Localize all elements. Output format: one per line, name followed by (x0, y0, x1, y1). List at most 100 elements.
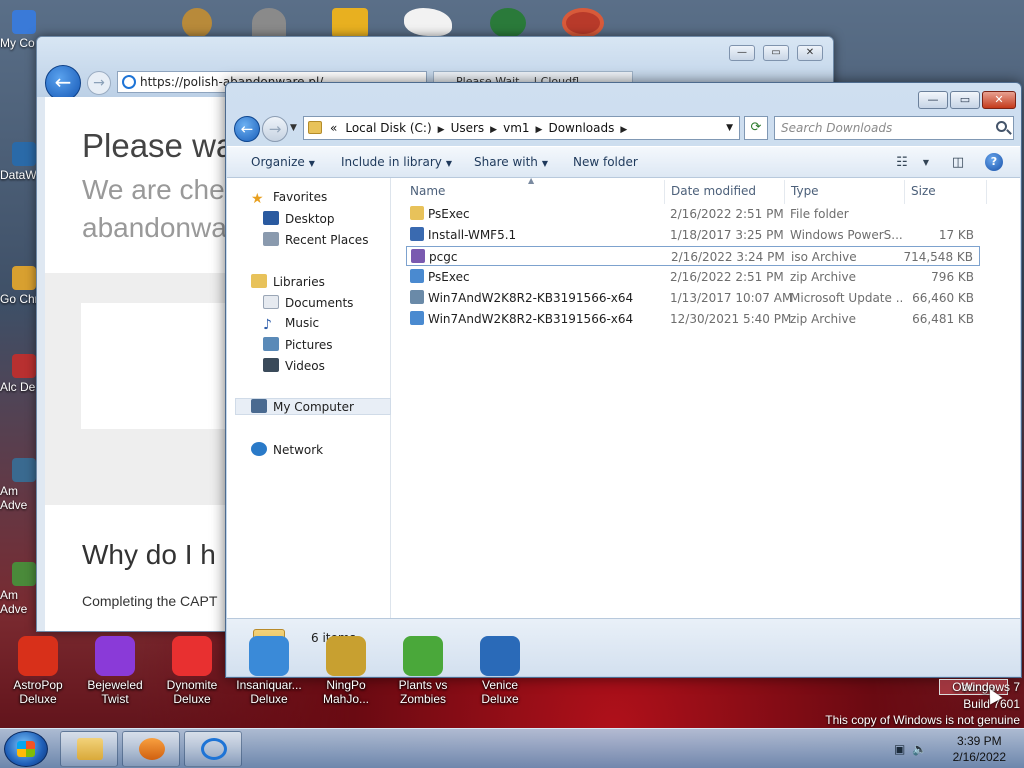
recent-pages-dropdown[interactable]: ▼ (290, 123, 297, 133)
close-button[interactable]: ✕ (982, 91, 1016, 109)
breadcrumb-item[interactable]: vm1 (499, 117, 533, 139)
column-name[interactable]: Name (410, 184, 445, 198)
taskbar-explorer-button[interactable] (60, 731, 118, 767)
column-date-modified[interactable]: Date modified (671, 184, 756, 198)
file-name: PsExec (428, 207, 470, 221)
start-button[interactable] (4, 731, 48, 767)
taskbar-media-player-button[interactable] (122, 731, 180, 767)
refresh-button[interactable]: ⟳ (744, 116, 768, 140)
file-icon (410, 311, 424, 325)
desktop-left-icon[interactable]: Go Chr (0, 266, 40, 306)
desktop-game-icon[interactable]: AstroPop Deluxe (2, 636, 74, 706)
game-icon (480, 636, 520, 676)
include-in-library-button[interactable]: Include in library ▼ (341, 155, 452, 169)
browser-forward-button[interactable]: → (87, 71, 111, 95)
videos-icon (263, 358, 279, 372)
desktop-left-icon[interactable]: Alc De (0, 354, 40, 394)
help-icon[interactable]: ? (985, 153, 1003, 171)
captcha-area (45, 273, 241, 505)
desktop-top-icon-2[interactable] (252, 8, 286, 38)
breadcrumb-arrow-icon[interactable]: ▶ (618, 119, 629, 141)
minimize-button[interactable]: — (918, 91, 948, 109)
file-name: pcgc (429, 250, 458, 264)
breadcrumb-item[interactable]: Users (447, 117, 489, 139)
view-options-dropdown[interactable]: ▼ (915, 153, 937, 173)
address-bar[interactable]: «Local Disk (C:) ▶ Users ▶ vm1 ▶ Downloads ▶ ▼ (303, 116, 740, 140)
taskbar-ie-button[interactable] (184, 731, 242, 767)
file-type: iso Archive (791, 250, 857, 264)
desktop-left-icon[interactable]: DataW (0, 142, 40, 182)
desktop-left-icon[interactable]: Am Adve (0, 458, 40, 512)
desktop-top-icon-6[interactable] (562, 8, 604, 38)
file-size: 714,548 KB (903, 250, 973, 264)
breadcrumb-root-chevron[interactable]: « (326, 117, 341, 139)
nav-desktop[interactable]: Desktop (263, 211, 335, 226)
desktop-game-icon[interactable]: Dynomite Deluxe (156, 636, 228, 706)
change-view-icon[interactable]: ☷ (891, 153, 913, 173)
nav-favorites[interactable]: ★ Favorites (251, 190, 327, 207)
desktop-top-icon-4[interactable] (404, 8, 452, 36)
file-date: 2/16/2022 2:51 PM (670, 270, 784, 284)
preview-pane-icon[interactable]: ◫ (947, 153, 969, 173)
nav-libraries[interactable]: Libraries (251, 274, 325, 289)
volume-icon[interactable]: 🔈 (912, 742, 927, 756)
browser-maximize-button[interactable]: ▭ (763, 45, 789, 61)
desktop-left-icon[interactable]: Am Adve (0, 562, 40, 616)
new-folder-button[interactable]: New folder (573, 155, 638, 169)
breadcrumb-arrow-icon[interactable]: ▶ (534, 119, 545, 141)
breadcrumb-arrow-icon[interactable]: ▶ (488, 119, 499, 141)
nav-my-computer[interactable]: My Computer (235, 398, 391, 415)
desktop-top-icon-1[interactable] (182, 8, 212, 38)
nav-documents[interactable]: Documents (263, 295, 353, 310)
file-name: Win7AndW2K8R2-KB3191566-x64 (428, 312, 634, 326)
file-row[interactable]: PsExec 2/16/2022 2:51 PM zip Archive 796 KB (406, 267, 980, 287)
back-button[interactable]: ← (234, 116, 260, 142)
desktop-game-icon[interactable]: Bejeweled Twist (79, 636, 151, 706)
nav-music[interactable]: ♪ Music (263, 316, 319, 333)
nav-videos[interactable]: Videos (263, 358, 325, 373)
network-icon (251, 442, 267, 456)
browser-close-button[interactable]: ✕ (797, 45, 823, 61)
clock[interactable]: 3:39 PM 2/16/2022 (953, 733, 1006, 765)
search-icon[interactable] (996, 121, 1007, 132)
desktop-game-icon[interactable]: NingPo MahJo... (310, 636, 382, 706)
shortcut-icon (12, 354, 36, 378)
page-heading: Please wa (82, 127, 235, 164)
search-input[interactable]: Search Downloads (774, 116, 1014, 140)
browser-back-button[interactable]: ← (45, 65, 81, 101)
file-row[interactable]: Win7AndW2K8R2-KB3191566-x64 12/30/2021 5:… (406, 309, 980, 329)
explorer-window[interactable]: — ▭ ✕ ← → ▼ «Local Disk (C:) ▶ Users ▶ vm1 ▶ D… (225, 82, 1022, 678)
browser-minimize-button[interactable]: — (729, 45, 755, 61)
nav-network[interactable]: Network (251, 442, 323, 457)
nav-recent-places[interactable]: Recent Places (263, 232, 368, 247)
file-date: 2/16/2022 2:51 PM (670, 207, 784, 221)
file-row[interactable]: pcgc 2/16/2022 3:24 PM iso Archive 714,548 … (406, 246, 980, 266)
maximize-button[interactable]: ▭ (950, 91, 980, 109)
desktop-game-icon[interactable]: Insaniquar... Deluxe (233, 636, 305, 706)
sort-arrow-icon: ▲ (528, 176, 535, 185)
file-row[interactable]: Install-WMF5.1 1/18/2017 3:25 PM Windows P… (406, 225, 980, 245)
column-type[interactable]: Type (791, 184, 819, 198)
file-icon (410, 206, 424, 220)
organize-button[interactable]: Organize ▼ (251, 155, 315, 169)
explorer-body: ★ Favorites Desktop Recent Places Librari… (227, 176, 1020, 618)
breadcrumb-item[interactable]: Local Disk (C:) (341, 117, 435, 139)
captcha-card[interactable] (81, 303, 241, 429)
desktop-game-icon[interactable]: Plants vs Zombies (387, 636, 459, 706)
file-row[interactable]: Win7AndW2K8R2-KB3191566-x64 1/13/2017 10:… (406, 288, 980, 308)
file-row[interactable]: PsExec 2/16/2022 2:51 PM File folder (406, 204, 980, 224)
network-tray-icon[interactable]: ▣ (894, 742, 908, 756)
column-size[interactable]: Size (911, 184, 936, 198)
address-dropdown-icon[interactable]: ▼ (726, 117, 733, 139)
breadcrumb-arrow-icon[interactable]: ▶ (436, 119, 447, 141)
nav-pictures[interactable]: Pictures (263, 337, 333, 352)
forward-button[interactable]: → (262, 116, 288, 142)
share-with-button[interactable]: Share with ▼ (474, 155, 548, 169)
desktop-top-icon-3[interactable] (332, 8, 368, 38)
folder-icon (77, 738, 103, 760)
desktop-top-icon-5[interactable] (490, 8, 526, 38)
desktop-left-icon[interactable]: My Co (0, 10, 40, 50)
breadcrumb-item[interactable]: Downloads (544, 117, 618, 139)
desktop-game-icon[interactable]: Venice Deluxe (464, 636, 536, 706)
game-icon (326, 636, 366, 676)
